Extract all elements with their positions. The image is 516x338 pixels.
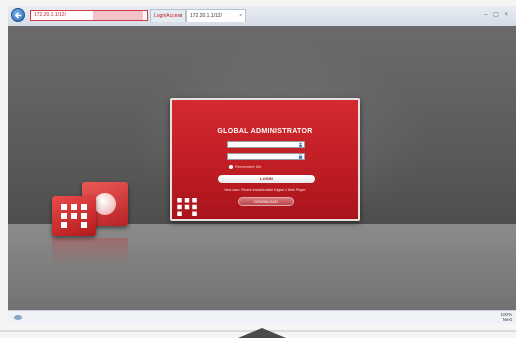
download-button[interactable]: DOWNLOAD: [238, 197, 294, 206]
radio-dot-icon: [229, 164, 233, 169]
zoom-control[interactable]: 100% Next: [500, 312, 512, 322]
remember-me-checkbox[interactable]: Remember Me: [229, 164, 261, 169]
status-icon: [14, 315, 22, 320]
icon-reflection: [52, 238, 128, 266]
lock-icon: [298, 154, 303, 159]
page-footer: [0, 324, 516, 338]
tab-active[interactable]: 172.20.1.1/12/ ×: [186, 9, 246, 22]
login-panel: GLOBAL ADMINISTRATOR Remember Me LOGIN N…: [170, 98, 360, 221]
grid-app-icon: [52, 196, 96, 236]
back-button[interactable]: [11, 8, 25, 22]
arrow-left-icon: [14, 12, 22, 19]
install-notice: New user: Please install/enable Digital …: [224, 188, 306, 192]
tab-login-access[interactable]: LoginAccess ×: [150, 9, 186, 22]
login-title: GLOBAL ADMINISTRATOR: [217, 128, 313, 135]
remember-me-label: Remember Me: [235, 164, 262, 169]
address-text: 172.20.1.1/12/: [34, 12, 66, 18]
status-bar: 100% Next: [8, 310, 516, 325]
close-tab-icon[interactable]: ×: [239, 10, 242, 22]
triangle-pointer-icon: [238, 328, 286, 338]
window-controls[interactable]: – ▢ ×: [484, 11, 510, 18]
address-bar[interactable]: 172.20.1.1/12/: [30, 10, 148, 21]
dot-grid-icon: [61, 204, 87, 228]
close-tab-icon[interactable]: ×: [179, 10, 182, 22]
brand-logo-icon: [177, 198, 197, 216]
browser-title-bar: 172.20.1.1/12/ LoginAccess × 172.20.1.1/…: [8, 6, 516, 27]
address-highlight: [93, 11, 143, 20]
password-field[interactable]: [227, 153, 305, 160]
status-secondary: Next: [502, 317, 512, 322]
login-button[interactable]: LOGIN: [218, 175, 315, 183]
globe-icon: [94, 193, 116, 215]
page-viewport: GLOBAL ADMINISTRATOR Remember Me LOGIN N…: [8, 26, 516, 310]
username-field[interactable]: [227, 141, 305, 148]
floor-background: [8, 224, 516, 310]
user-icon: [298, 142, 303, 147]
tab-label: 172.20.1.1/12/: [190, 13, 222, 19]
